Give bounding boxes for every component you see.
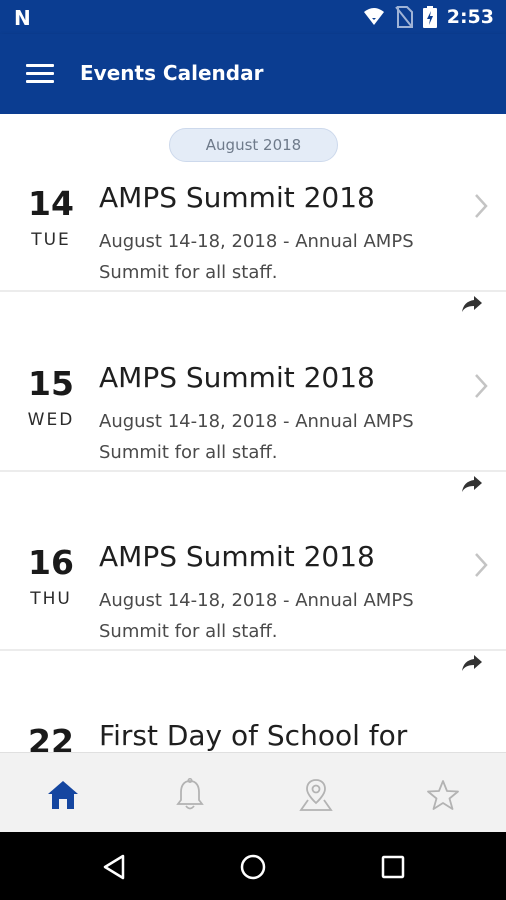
no-sim-icon <box>394 6 413 28</box>
event-description: August 14-18, 2018 - Annual AMPS Summit … <box>99 231 414 283</box>
bottom-navigation <box>0 752 506 832</box>
recents-button[interactable] <box>378 852 408 882</box>
event-description: August 14-18, 2018 - Annual AMPS Summit … <box>99 590 414 642</box>
event-title: AMPS Summit 2018 <box>99 181 375 214</box>
status-icons: 2:53 <box>363 6 494 28</box>
event-weekday: WED <box>27 410 75 430</box>
event-item[interactable]: 22 First Day of School for <box>0 652 506 752</box>
battery-charging-icon <box>422 6 437 28</box>
status-bar: N 2:53 <box>0 0 506 34</box>
back-triangle-icon <box>103 854 125 880</box>
event-item[interactable]: 16 THU AMPS Summit 2018 August 14-18, 20… <box>0 473 506 671</box>
back-button[interactable] <box>99 852 129 882</box>
bell-icon <box>176 778 204 810</box>
event-description: August 14-18, 2018 - Annual AMPS Summit … <box>99 411 414 463</box>
event-weekday: THU <box>30 589 72 609</box>
event-title: AMPS Summit 2018 <box>99 540 375 573</box>
event-title: AMPS Summit 2018 <box>99 361 375 394</box>
event-item[interactable]: 15 WED AMPS Summit 2018 August 14-18, 20… <box>0 294 506 492</box>
star-icon <box>427 780 459 810</box>
event-item[interactable]: 14 TUE AMPS Summit 2018 August 14-18, 20… <box>0 114 506 312</box>
nav-notifications[interactable] <box>170 775 210 815</box>
chevron-right-icon[interactable] <box>470 371 490 401</box>
event-day-number: 22 <box>28 722 74 752</box>
chevron-right-icon[interactable] <box>470 550 490 580</box>
nav-home[interactable] <box>43 775 83 815</box>
event-weekday: TUE <box>31 230 71 250</box>
map-pin-icon <box>299 779 333 811</box>
home-icon <box>48 781 78 809</box>
hamburger-menu-icon[interactable] <box>22 58 58 90</box>
system-navigation-bar <box>0 832 506 900</box>
event-day-number: 15 <box>28 364 74 403</box>
page-title: Events Calendar <box>80 61 264 85</box>
events-list[interactable]: August 2018 14 TUE AMPS Summit 2018 Augu… <box>0 114 506 752</box>
chevron-right-icon[interactable] <box>470 191 490 221</box>
app-bar: Events Calendar <box>0 34 506 114</box>
clock-time: 2:53 <box>446 6 494 28</box>
notification-n-icon: N <box>14 6 31 30</box>
home-system-button[interactable] <box>238 852 268 882</box>
event-title: First Day of School for <box>99 719 408 752</box>
home-circle-icon <box>240 854 266 880</box>
nav-map[interactable] <box>296 775 336 815</box>
event-day-number: 16 <box>28 543 74 582</box>
recents-square-icon <box>381 855 405 879</box>
event-day-number: 14 <box>28 184 74 223</box>
wifi-icon <box>363 8 384 25</box>
nav-favorites[interactable] <box>423 775 463 815</box>
